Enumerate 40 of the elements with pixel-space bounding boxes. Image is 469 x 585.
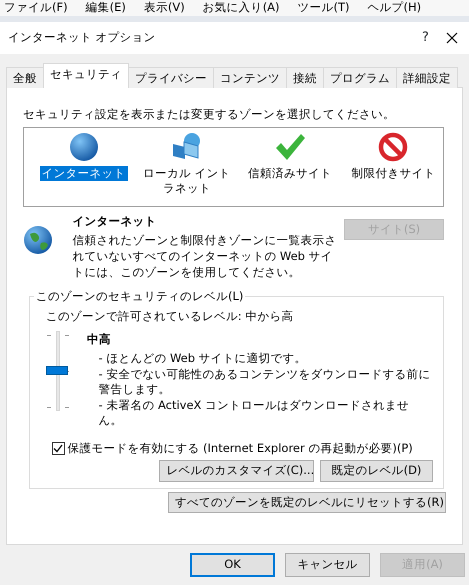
close-icon[interactable] (446, 32, 458, 44)
menu-item[interactable]: お気に入り(A) (202, 0, 280, 17)
detail-globe-icon (23, 224, 53, 254)
instruction-text: セキュリティ設定を表示または変更するゾーンを選択してください。 (23, 106, 396, 123)
menu-item[interactable]: ツール(T) (298, 0, 350, 17)
level-button[interactable]: レベルのカスタマイズ(C)... (159, 460, 314, 482)
tab[interactable]: プログラム (323, 67, 397, 88)
zone-item[interactable]: ローカル イントラネット (137, 132, 236, 206)
zone-item[interactable]: インターネット (34, 132, 134, 206)
level-name: 中高 (87, 331, 112, 348)
menu-item[interactable]: 表示(V) (144, 0, 185, 17)
description-line: - 未署名の ActiveX コントロールはダウンロードされません。 (98, 398, 410, 429)
zone-item[interactable]: 制限付きサイト (344, 132, 443, 206)
menu-item[interactable]: ヘルプ(H) (368, 0, 422, 17)
description-line: - 安全でない可能性のあるコンテンツをダウンロードする前に警告します。 (98, 366, 432, 398)
reset-all-zones-button[interactable]: すべてのゾーンを既定のレベルにリセットする(R) (168, 492, 446, 513)
description-line: - ほとんどの Web サイトに適切です。 (98, 351, 308, 367)
checkbox-label: 保護モードを有効にする (Internet Explorer の再起動が必要)(P) (67, 440, 413, 458)
protected-mode-checkbox[interactable] (52, 442, 64, 456)
dialog-button[interactable]: OK (190, 553, 275, 577)
allowed-level-text: このゾーンで許可されているレベル: 中から高 (46, 308, 294, 326)
checkmark-icon (274, 132, 306, 162)
tab[interactable]: プライバシー (128, 67, 214, 88)
zone-item[interactable]: 信頼済みサイト (240, 132, 340, 206)
no-entry-icon (378, 132, 408, 162)
tab[interactable]: コンテンツ (213, 67, 287, 88)
level-button[interactable]: 既定のレベル(D) (320, 460, 433, 482)
security-slider[interactable] (46, 331, 70, 412)
zone-title: インターネット (72, 213, 158, 230)
menu-item[interactable]: 編集(E) (86, 0, 126, 17)
dialog-button[interactable]: キャンセル (285, 553, 370, 577)
zone-description: 信頼されたゾーンと制限付きゾーンに一覧表示されていないすべてのインターネットの Web サイトには、このゾーンを使用してください。 (72, 232, 338, 280)
zone-globe-icon (68, 132, 99, 162)
help-button[interactable]: ? (422, 28, 429, 48)
tab[interactable]: 全般 (6, 67, 44, 88)
tab[interactable]: 詳細設定 (396, 67, 458, 88)
tab[interactable]: セキュリティ (43, 63, 129, 88)
menu-item[interactable]: ファイル(F) (4, 0, 68, 17)
window-title: インターネット オプション (8, 29, 157, 46)
tab[interactable]: 接続 (286, 67, 324, 88)
